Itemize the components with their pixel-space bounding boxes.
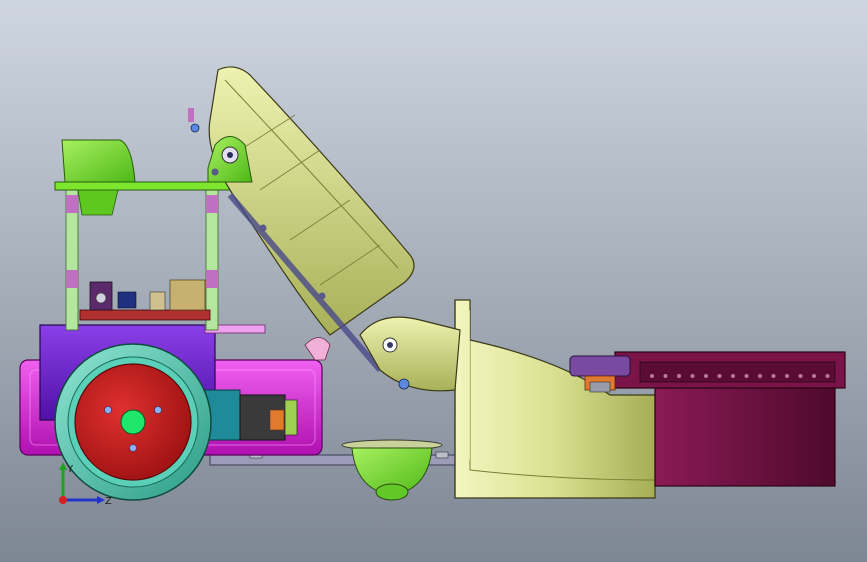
gripper-hole (771, 374, 776, 378)
gripper-hole (785, 374, 789, 378)
gripper-hole (744, 374, 749, 378)
robot-assembly-model[interactable]: Y Z (0, 0, 867, 562)
gripper-hole (758, 374, 762, 378)
gripper-hole (717, 374, 722, 378)
gripper-hole (825, 374, 830, 378)
gripper-hole (704, 374, 708, 378)
drive-motor[interactable] (204, 389, 298, 441)
gripper-hole (812, 374, 816, 378)
cad-viewport[interactable]: Y Z (0, 0, 867, 562)
drive-wheel[interactable] (54, 343, 212, 501)
z-axis-label: Z (105, 496, 112, 507)
gripper-hole (731, 374, 735, 378)
gripper-hole (798, 374, 803, 378)
gripper-hole (663, 374, 668, 378)
gripper-hole (650, 374, 654, 378)
y-axis-label: Y (66, 464, 74, 475)
gripper-hole (677, 374, 681, 378)
gripper-hole (690, 374, 695, 378)
